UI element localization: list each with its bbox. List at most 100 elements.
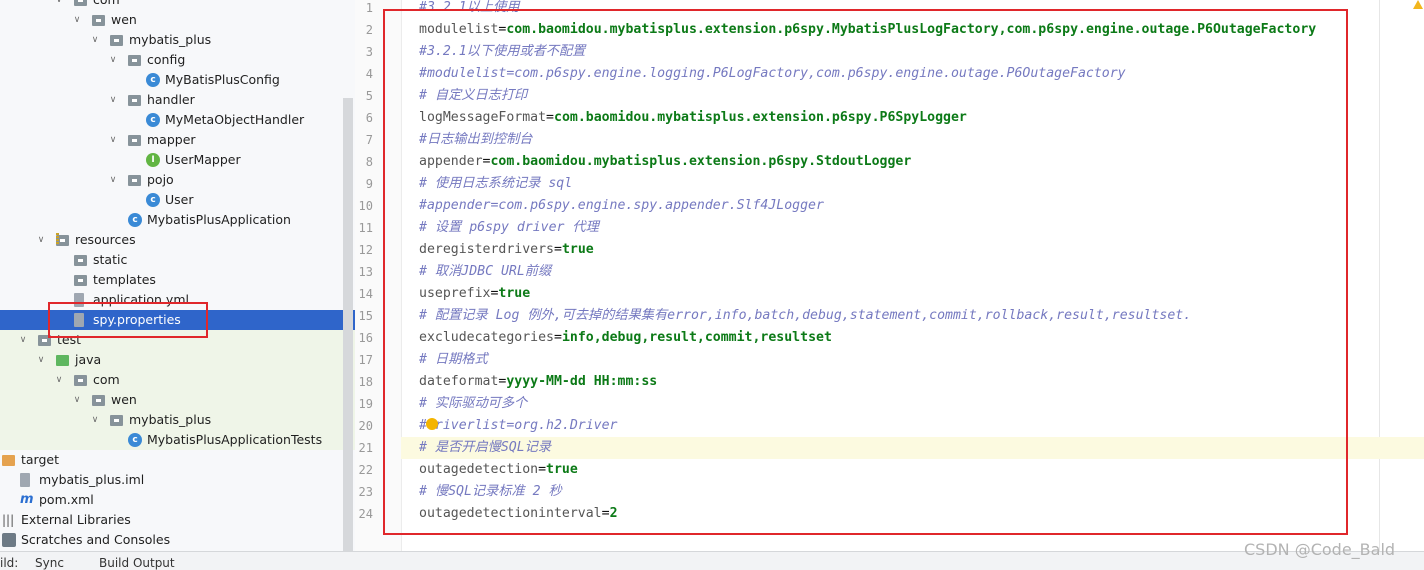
code-editor[interactable]: #3.2.1以上使用 modulelist=com.baomidou.mybati… — [401, 0, 1424, 551]
tree-item-com[interactable]: ∨ com — [0, 0, 355, 10]
code-line[interactable]: # 配置记录 Log 例外,可去掉的结果集有error,info,batch,d… — [419, 305, 1191, 327]
folder-icon — [74, 0, 87, 6]
code-line[interactable]: # 自定义日志打印 — [419, 85, 527, 107]
property-value: true — [546, 462, 578, 477]
property-value: com.baomidou.mybatisplus.extension.p6spy… — [506, 22, 1317, 37]
code-line[interactable]: logMessageFormat=com.baomidou.mybatisplu… — [419, 107, 967, 129]
class-icon: c — [146, 73, 160, 87]
yaml-file-icon — [74, 293, 84, 307]
assign-operator: = — [553, 330, 562, 345]
folder-icon — [110, 35, 123, 46]
tree-item-mybatisplusconfig[interactable]: c MyBatisPlusConfig — [0, 70, 355, 90]
property-value: true — [498, 286, 531, 301]
code-comment: # 自定义日志打印 — [419, 88, 528, 103]
tree-item-mybatisplusapplicationtests[interactable]: c MybatisPlusApplicationTests — [0, 430, 355, 450]
chevron-down-icon[interactable]: ∨ — [54, 370, 64, 390]
intention-bulb-icon[interactable] — [426, 418, 438, 430]
code-line[interactable]: modulelist=com.baomidou.mybatisplus.exte… — [419, 19, 1316, 41]
code-line[interactable]: dateformat=yyyy-MM-dd HH:mm:ss — [419, 371, 657, 393]
class-icon: c — [146, 193, 160, 207]
tree-item-java[interactable]: ∨ java — [0, 350, 355, 370]
chevron-down-icon[interactable]: ∨ — [108, 50, 118, 70]
chevron-down-icon[interactable]: ∨ — [72, 390, 82, 410]
tree-item-target[interactable]: ›target — [0, 450, 355, 470]
tree-item-spy-properties[interactable]: spy.properties — [0, 310, 355, 330]
tree-item-label: resources — [75, 232, 136, 247]
code-line[interactable]: # 是否开启慢SQL记录 — [419, 437, 551, 459]
tree-item-label: mapper — [147, 132, 196, 147]
line-number: 14 — [358, 287, 373, 301]
code-line[interactable]: # 慢SQL记录标准 2 秒 — [419, 481, 562, 503]
code-line[interactable]: # 实际驱动可多个 — [419, 393, 527, 415]
code-line[interactable]: #appender=com.p6spy.engine.spy.appender.… — [419, 195, 824, 217]
tree-item-config[interactable]: ∨ config — [0, 50, 355, 70]
chevron-down-icon[interactable]: ∨ — [18, 330, 28, 350]
tree-item-pojo[interactable]: ∨ pojo — [0, 170, 355, 190]
tree-item-mybatis-plus-iml[interactable]: mybatis_plus.iml — [0, 470, 355, 490]
chevron-down-icon[interactable]: ∨ — [108, 170, 118, 190]
tree-item-mymetaobjecthandler[interactable]: c MyMetaObjectHandler — [0, 110, 355, 130]
tree-item-scratches-and-consoles[interactable]: ›Scratches and Consoles — [0, 530, 355, 550]
code-line[interactable]: #driverlist=org.h2.Driver — [419, 415, 618, 437]
tree-item-label: test — [57, 332, 82, 347]
code-line[interactable]: excludecategories=info,debug,result,comm… — [419, 327, 832, 349]
code-line[interactable]: #modulelist=com.p6spy.engine.logging.P6L… — [419, 63, 1126, 85]
chevron-down-icon[interactable]: ∨ — [36, 230, 46, 250]
code-line[interactable]: outagedetection=true — [419, 459, 578, 481]
tree-item-label: External Libraries — [21, 512, 131, 527]
watermark: CSDN @Code_Bald — [1244, 540, 1396, 559]
line-number: 21 — [358, 441, 373, 455]
code-line[interactable]: useprefix=true — [419, 283, 530, 305]
tree-item-label: mybatis_plus.iml — [39, 472, 145, 487]
code-line[interactable]: #3.2.1以下使用或者不配置 — [419, 41, 585, 63]
code-line[interactable]: deregisterdrivers=true — [419, 239, 594, 261]
warning-icon[interactable] — [1413, 0, 1423, 9]
code-comment: # 日期格式 — [419, 352, 488, 367]
tree-item-templates[interactable]: templates — [0, 270, 355, 290]
code-line[interactable]: # 使用日志系统记录 sql — [419, 173, 572, 195]
chevron-down-icon[interactable]: ∨ — [108, 90, 118, 110]
tree-item-static[interactable]: static — [0, 250, 355, 270]
current-line-highlight — [401, 437, 1424, 459]
tree-item-label: MybatisPlusApplicationTests — [147, 432, 323, 447]
tree-item-mybatisplusapplication[interactable]: c MybatisPlusApplication — [0, 210, 355, 230]
sync-tab[interactable]: Sync — [35, 556, 64, 570]
chevron-down-icon[interactable]: ∨ — [108, 130, 118, 150]
tree-item-wen[interactable]: ∨ wen — [0, 10, 355, 30]
chevron-down-icon[interactable]: ∨ — [90, 410, 100, 430]
code-line[interactable]: #3.2.1以上使用 — [419, 0, 519, 19]
code-line[interactable]: appender=com.baomidou.mybatisplus.extens… — [419, 151, 911, 173]
tree-item-pom-xml[interactable]: m pom.xml — [0, 490, 355, 510]
tree-item-handler[interactable]: ∨ handler — [0, 90, 355, 110]
property-key: modulelist — [419, 22, 499, 37]
code-line[interactable]: # 设置 p6spy driver 代理 — [419, 217, 599, 239]
interface-icon: I — [146, 153, 160, 167]
build-output-tab[interactable]: Build Output — [99, 556, 175, 570]
code-line[interactable]: # 取消JDBC URL前缀 — [419, 261, 551, 283]
tree-item-test[interactable]: ∨ test — [0, 330, 355, 350]
project-tree: ∨ com ∨ wen ∨ mybatis_plus ∨ config c MyBatisPlus… — [0, 0, 355, 551]
tree-item-mapper[interactable]: ∨ mapper — [0, 130, 355, 150]
code-line[interactable]: outagedetectioninterval=2 — [419, 503, 618, 525]
tree-item-resources[interactable]: ∨ resources — [0, 230, 355, 250]
code-line[interactable]: #日志输出到控制台 — [419, 129, 532, 151]
line-number: 17 — [358, 353, 373, 367]
tree-item-label: wen — [111, 392, 137, 407]
chevron-down-icon[interactable]: ∨ — [36, 350, 46, 370]
tree-item-application-yml[interactable]: application.yml — [0, 290, 355, 310]
tree-scrollbar[interactable] — [343, 98, 353, 551]
chevron-down-icon[interactable]: ∨ — [54, 0, 64, 10]
tree-item-com[interactable]: ∨ com — [0, 370, 355, 390]
tree-item-label: com — [93, 0, 120, 10]
code-comment: # 取消JDBC URL前缀 — [419, 264, 552, 279]
chevron-down-icon[interactable]: ∨ — [90, 30, 100, 50]
tree-item-user[interactable]: c User — [0, 190, 355, 210]
chevron-down-icon[interactable]: ∨ — [72, 10, 82, 30]
tree-item-usermapper[interactable]: I UserMapper — [0, 150, 355, 170]
code-line[interactable]: # 日期格式 — [419, 349, 488, 371]
tree-item-mybatis-plus[interactable]: ∨ mybatis_plus — [0, 410, 355, 430]
tree-item-external-libraries[interactable]: ›|||External Libraries — [0, 510, 355, 530]
tree-item-wen[interactable]: ∨ wen — [0, 390, 355, 410]
tree-item-mybatis-plus[interactable]: ∨ mybatis_plus — [0, 30, 355, 50]
tree-item-label: MybatisPlusApplication — [147, 212, 291, 227]
